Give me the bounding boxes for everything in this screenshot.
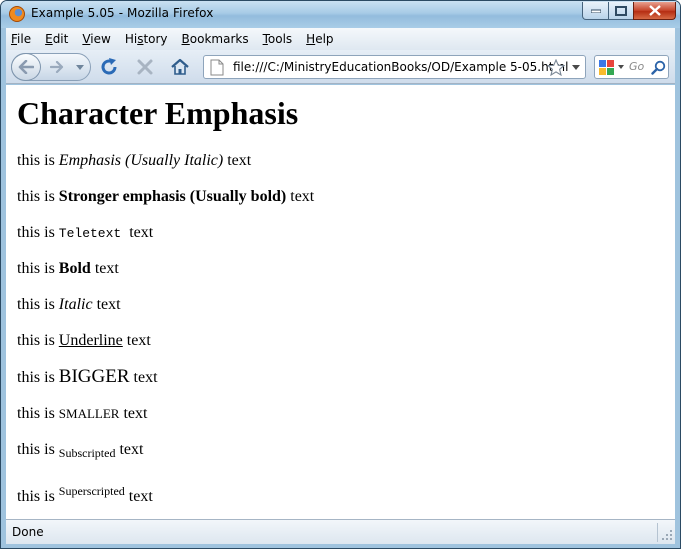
url-input[interactable]: file:///C:/MinistryEducationBooks/OD/Exa… bbox=[233, 60, 568, 74]
url-dropdown-icon[interactable] bbox=[571, 64, 581, 72]
forward-icon bbox=[50, 61, 64, 73]
minimize-icon bbox=[590, 9, 601, 13]
close-icon bbox=[648, 5, 661, 16]
magnifier-icon[interactable] bbox=[651, 60, 666, 75]
history-dropdown-button[interactable] bbox=[74, 61, 86, 73]
stop-icon bbox=[137, 59, 153, 75]
bigger-text: BIGGER bbox=[58, 366, 130, 387]
status-bar: Done bbox=[6, 519, 675, 544]
bold-text: Bold bbox=[58, 260, 91, 277]
navigation-toolbar: file:///C:/MinistryEducationBooks/OD/Exa… bbox=[6, 50, 675, 84]
superscript-text: Superscripted bbox=[58, 484, 125, 498]
smaller-text: SMALLER bbox=[58, 406, 120, 421]
italic-text: Italic bbox=[58, 296, 93, 313]
menu-help[interactable]: Help bbox=[305, 31, 334, 47]
underline-line: this is Underline text bbox=[17, 332, 151, 349]
google-icon[interactable] bbox=[598, 59, 616, 76]
chevron-down-icon bbox=[76, 64, 84, 70]
subscript-text: Subscripted bbox=[58, 446, 116, 460]
teletext-line: this is Teletext text bbox=[17, 224, 154, 241]
bigger-line: this is BIGGER text bbox=[17, 366, 158, 387]
subscript-line: this is Subscripted text bbox=[17, 441, 144, 460]
chevron-down-icon[interactable] bbox=[618, 65, 624, 70]
back-forward-group bbox=[11, 53, 91, 81]
window-title: Example 5.05 - Mozilla Firefox bbox=[31, 6, 214, 20]
page-heading: Character Emphasis bbox=[17, 95, 299, 131]
menu-view[interactable]: View bbox=[81, 31, 111, 47]
menu-history[interactable]: History bbox=[124, 31, 169, 47]
title-bar[interactable]: Example 5.05 - Mozilla Firefox bbox=[1, 1, 680, 28]
page-content[interactable]: Character Emphasis this is Emphasis (Usu… bbox=[6, 85, 675, 519]
page-icon bbox=[210, 59, 224, 76]
strong-line: this is Stronger emphasis (Usually bold)… bbox=[17, 188, 315, 205]
search-input[interactable]: Go bbox=[629, 60, 651, 73]
status-divider bbox=[657, 523, 658, 542]
forward-button[interactable] bbox=[46, 58, 68, 76]
superscript-line: this is Superscripted text bbox=[17, 484, 153, 505]
teletext-text: Teletext bbox=[58, 226, 122, 241]
address-bar[interactable]: file:///C:/MinistryEducationBooks/OD/Exa… bbox=[203, 55, 586, 79]
reload-button[interactable] bbox=[98, 56, 120, 78]
firefox-icon bbox=[9, 6, 25, 22]
home-button[interactable] bbox=[169, 56, 191, 78]
search-bar[interactable]: Go bbox=[594, 55, 669, 79]
underline-text: Underline bbox=[58, 332, 123, 349]
back-icon bbox=[18, 60, 34, 74]
menu-file[interactable]: File bbox=[10, 31, 32, 47]
emphasis-text: Emphasis (Usually Italic) bbox=[58, 152, 224, 169]
star-icon[interactable] bbox=[547, 59, 565, 76]
home-icon bbox=[171, 58, 189, 75]
emphasis-line: this is Emphasis (Usually Italic) text bbox=[17, 152, 252, 169]
reload-icon bbox=[101, 58, 117, 75]
italic-line: this is Italic text bbox=[17, 296, 121, 313]
menu-bookmarks[interactable]: Bookmarks bbox=[181, 31, 250, 47]
close-button[interactable] bbox=[633, 2, 676, 20]
browser-window: Example 5.05 - Mozilla Firefox File Edit… bbox=[0, 0, 681, 549]
maximize-icon bbox=[615, 5, 627, 16]
status-text: Done bbox=[12, 525, 44, 539]
stop-button[interactable] bbox=[134, 56, 156, 78]
back-button[interactable] bbox=[11, 53, 41, 81]
menu-edit[interactable]: Edit bbox=[44, 31, 69, 47]
minimize-button[interactable] bbox=[582, 2, 609, 20]
resize-grip-icon[interactable] bbox=[661, 529, 673, 541]
maximize-button[interactable] bbox=[608, 2, 634, 20]
strong-text: Stronger emphasis (Usually bold) bbox=[58, 188, 287, 205]
bold-line: this is Bold text bbox=[17, 260, 119, 277]
smaller-line: this is SMALLER text bbox=[17, 405, 148, 422]
menu-tools[interactable]: Tools bbox=[262, 31, 294, 47]
menu-bar: File Edit View History Bookmarks Tools H… bbox=[6, 28, 675, 50]
